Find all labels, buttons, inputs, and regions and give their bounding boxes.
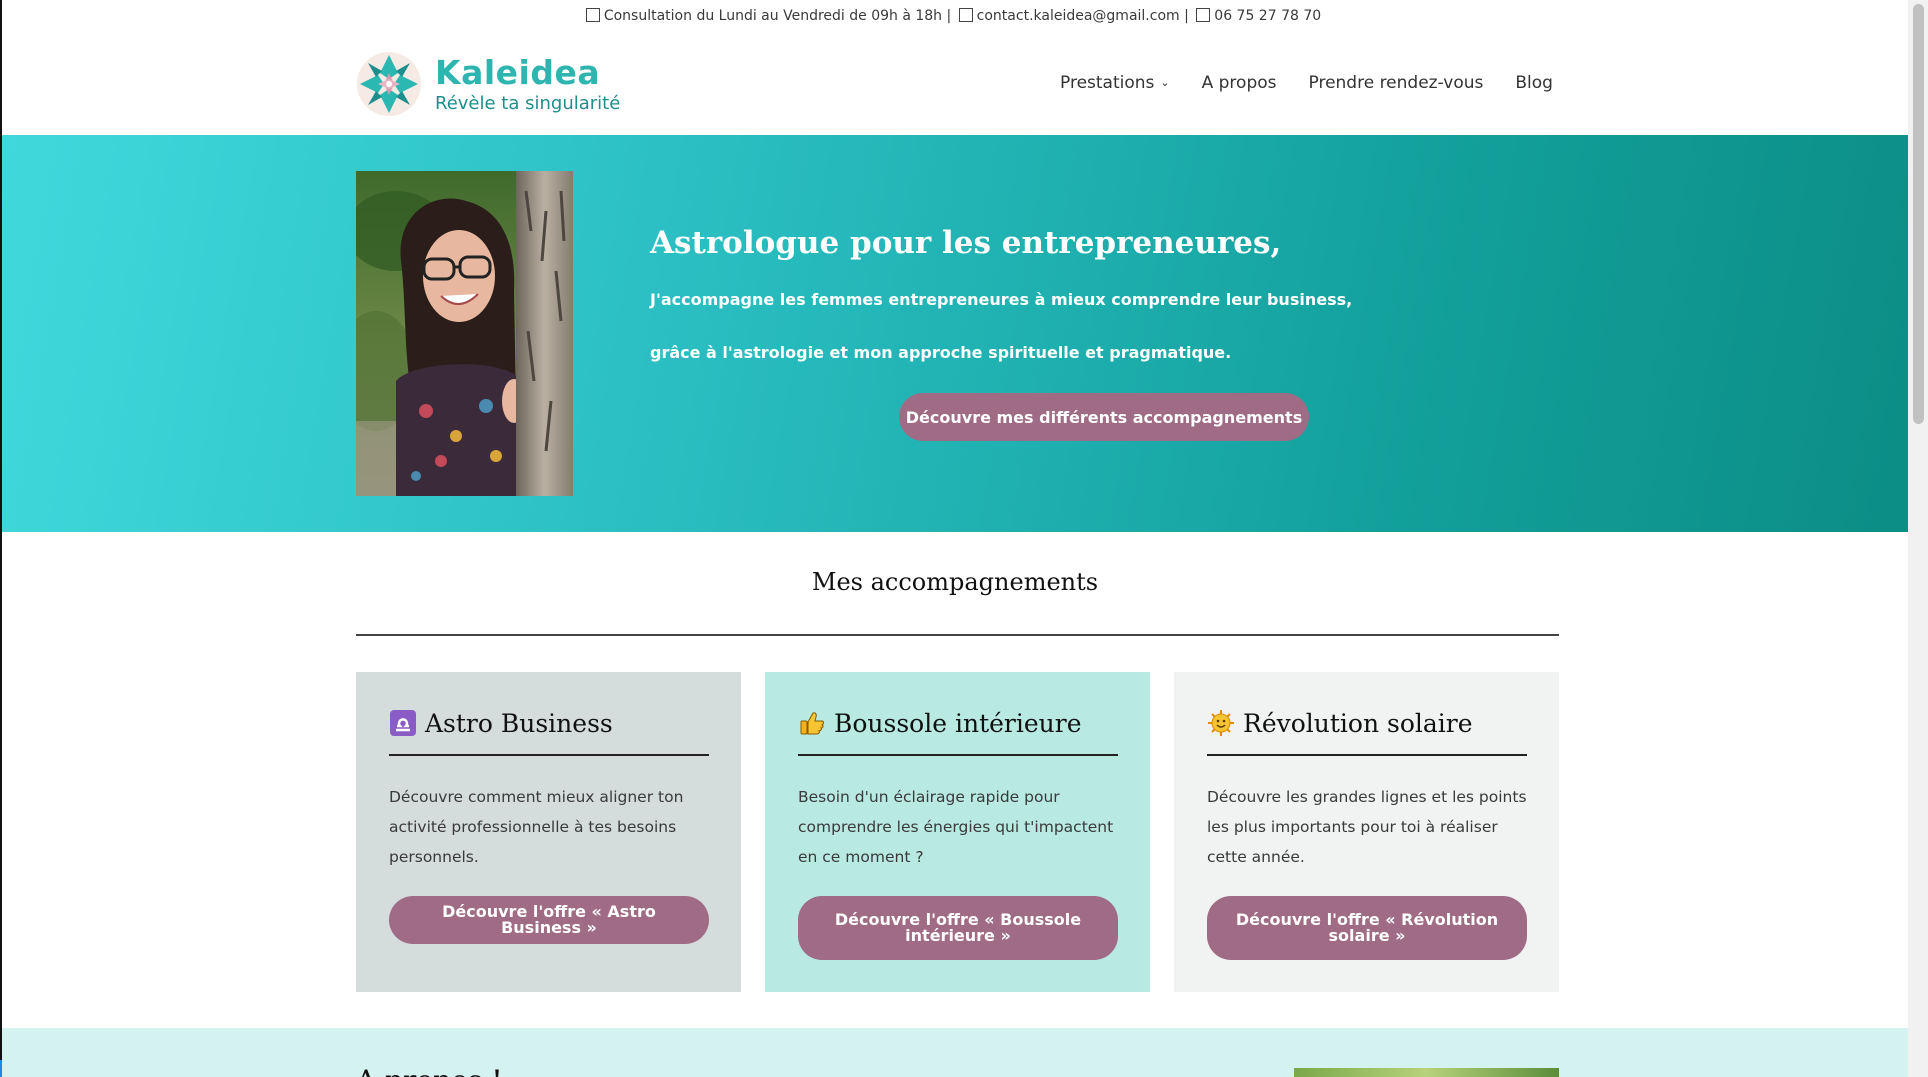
nav-item-prestations[interactable]: Prestations ⌄ [1060,73,1170,93]
card-title-text: Boussole intérieure [834,708,1082,738]
brand-name: Kaleidea [435,53,601,92]
nav-item-rendez-vous[interactable]: Prendre rendez-vous [1309,73,1484,93]
about-section: A propos ! [2,1028,1908,1077]
nav-item-label: A propos [1201,73,1277,93]
hours-text: Consultation du Lundi au Vendredi de 09h… [603,8,952,24]
main-nav: Prestations ⌄ A propos Prendre rendez-vou… [1060,73,1553,93]
libra-symbol-icon [389,709,417,737]
hero-line-2: grâce à l'astrologie et mon approche spi… [650,343,1232,362]
top-info-bar: Consultation du Lundi au Vendredi de 09h… [2,8,1908,24]
section-title: Mes accompagnements [811,568,1099,596]
card-divider [1207,754,1527,756]
thumbs-up-icon [798,709,826,737]
kaleidoscope-logo-icon [357,52,421,116]
card-divider [798,754,1118,756]
phone-link[interactable]: 06 75 27 78 70 [1214,8,1321,24]
card-title-text: Révolution solaire [1243,708,1473,738]
card-divider [389,754,709,756]
card-description: Découvre comment mieux aligner ton activ… [389,788,684,866]
astro-business-offer-button[interactable]: Découvre l'offre « Astro Business » [389,896,709,944]
nav-item-label: Prendre rendez-vous [1308,73,1484,93]
clock-icon [585,8,600,22]
mail-icon [958,8,973,22]
scrollbar-thumb[interactable] [1913,4,1924,424]
section-divider [356,634,1559,636]
nav-item-label: Prestations [1060,73,1155,93]
hero-line-1: J'accompagne les femmes entrepreneures à… [650,290,1353,309]
email-link[interactable]: contact.kaleidea@gmail.com | [977,8,1189,24]
page: Consultation du Lundi au Vendredi de 09h… [2,0,1908,1077]
nav-item-label: Blog [1515,73,1553,93]
card-title: Boussole intérieure [798,706,1118,740]
about-title: A propos ! [356,1064,503,1077]
hero-title: Astrologue pour les entrepreneures, [650,225,1282,261]
offer-card-astro-business: Astro Business Découvre comment mieux al… [356,672,741,992]
nav-item-a-propos[interactable]: A propos [1202,73,1277,93]
chevron-down-icon: ⌄ [1160,76,1170,89]
page-scrollbar[interactable] [1908,0,1928,1077]
hero-section: Astrologue pour les entrepreneures, J'ac… [2,135,1908,532]
card-description: Besoin d'un éclairage rapide pour compre… [798,788,1114,866]
card-title: Astro Business [389,706,709,740]
hero-cta-button[interactable]: Découvre mes différents accompagnements [899,393,1309,441]
revolution-solaire-offer-button[interactable]: Découvre l'offre « Révolution solaire » [1207,896,1527,960]
phone-icon [1196,8,1211,22]
card-description: Découvre les grandes lignes et les point… [1207,788,1527,866]
offer-card-boussole-interieure: Boussole intérieure Besoin d'un éclairag… [765,672,1150,992]
site-logo[interactable]: Kaleidea Révèle ta singularité [356,51,646,121]
boussole-interieure-offer-button[interactable]: Découvre l'offre « Boussole intérieure » [798,896,1118,960]
card-title: Révolution solaire [1207,706,1527,740]
brand-tagline: Révèle ta singularité [435,93,621,114]
nav-item-blog[interactable]: Blog [1515,73,1553,93]
portrait-photo [356,171,573,496]
sun-face-icon [1207,709,1235,737]
about-image [1294,1068,1559,1077]
offer-card-revolution-solaire: Révolution solaire Découvre les grandes … [1174,672,1559,992]
card-title-text: Astro Business [425,708,613,738]
